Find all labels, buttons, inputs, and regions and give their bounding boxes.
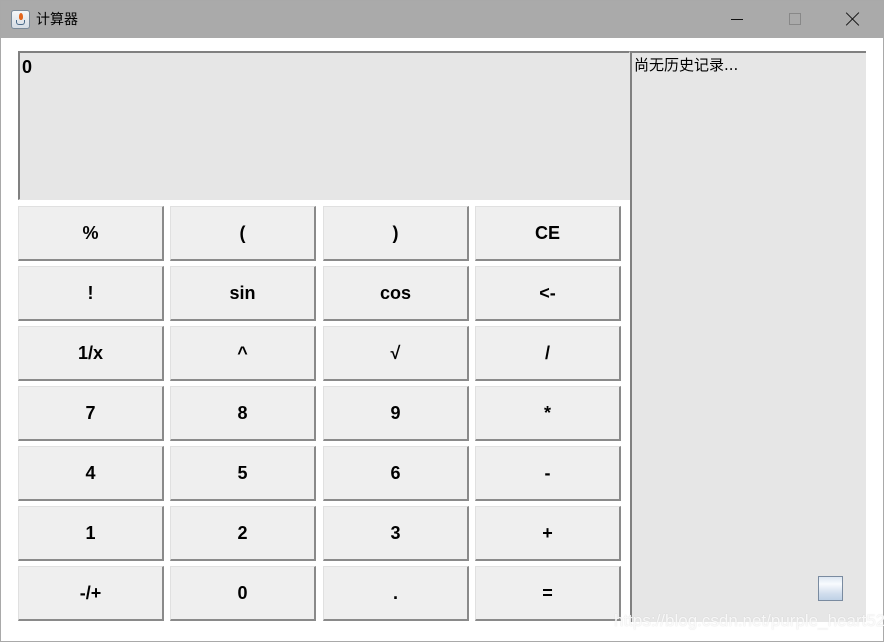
key-multiply-button[interactable]: *: [475, 386, 621, 441]
java-app-icon: [11, 10, 30, 29]
key-cos-button[interactable]: cos: [323, 266, 469, 321]
close-icon: [846, 12, 860, 26]
minimize-icon: [731, 19, 743, 20]
key-digit-5-button[interactable]: 5: [170, 446, 316, 501]
key-digit-8-button[interactable]: 8: [170, 386, 316, 441]
maximize-icon: [789, 13, 801, 25]
key-backspace-button[interactable]: <-: [475, 266, 621, 321]
key-equals-button[interactable]: =: [475, 566, 621, 621]
key-sqrt-button[interactable]: √: [323, 326, 469, 381]
window-title: 计算器: [36, 12, 78, 28]
key-negate-button[interactable]: -/+: [18, 566, 164, 621]
key-open-paren-button[interactable]: (: [170, 206, 316, 261]
maximize-button[interactable]: [772, 1, 818, 38]
result-display[interactable]: 0: [18, 51, 630, 200]
history-placeholder: 尚无历史记录...: [634, 56, 739, 74]
key-digit-6-button[interactable]: 6: [323, 446, 469, 501]
key-digit-2-button[interactable]: 2: [170, 506, 316, 561]
clear-history-button[interactable]: [818, 576, 843, 601]
key-percent-button[interactable]: %: [18, 206, 164, 261]
history-panel[interactable]: 尚无历史记录...: [630, 51, 866, 622]
key-digit-3-button[interactable]: 3: [323, 506, 469, 561]
key-digit-0-button[interactable]: 0: [170, 566, 316, 621]
title-bar[interactable]: 计算器: [1, 1, 883, 38]
key-digit-7-button[interactable]: 7: [18, 386, 164, 441]
key-digit-1-button[interactable]: 1: [18, 506, 164, 561]
calculator-window: 计算器 0 %() CE! sin cos <- 1/x ^ √/ 7 8 9 * 4 5 6- 1 2 3 + -/…: [0, 0, 884, 642]
key-factorial-button[interactable]: !: [18, 266, 164, 321]
key-decimal-button[interactable]: .: [323, 566, 469, 621]
key-clear-entry-button[interactable]: CE: [475, 206, 621, 261]
minimize-button[interactable]: [714, 1, 760, 38]
key-divide-button[interactable]: /: [475, 326, 621, 381]
close-button[interactable]: [830, 1, 876, 38]
key-digit-4-button[interactable]: 4: [18, 446, 164, 501]
key-add-button[interactable]: +: [475, 506, 621, 561]
key-power-button[interactable]: ^: [170, 326, 316, 381]
display-value: 0: [22, 57, 33, 77]
watermark: https://blog.csdn.net/purple_heart520: [614, 611, 884, 630]
key-reciprocal-button[interactable]: 1/x: [18, 326, 164, 381]
key-sin-button[interactable]: sin: [170, 266, 316, 321]
key-subtract-button[interactable]: -: [475, 446, 621, 501]
key-digit-9-button[interactable]: 9: [323, 386, 469, 441]
key-close-paren-button[interactable]: ): [323, 206, 469, 261]
